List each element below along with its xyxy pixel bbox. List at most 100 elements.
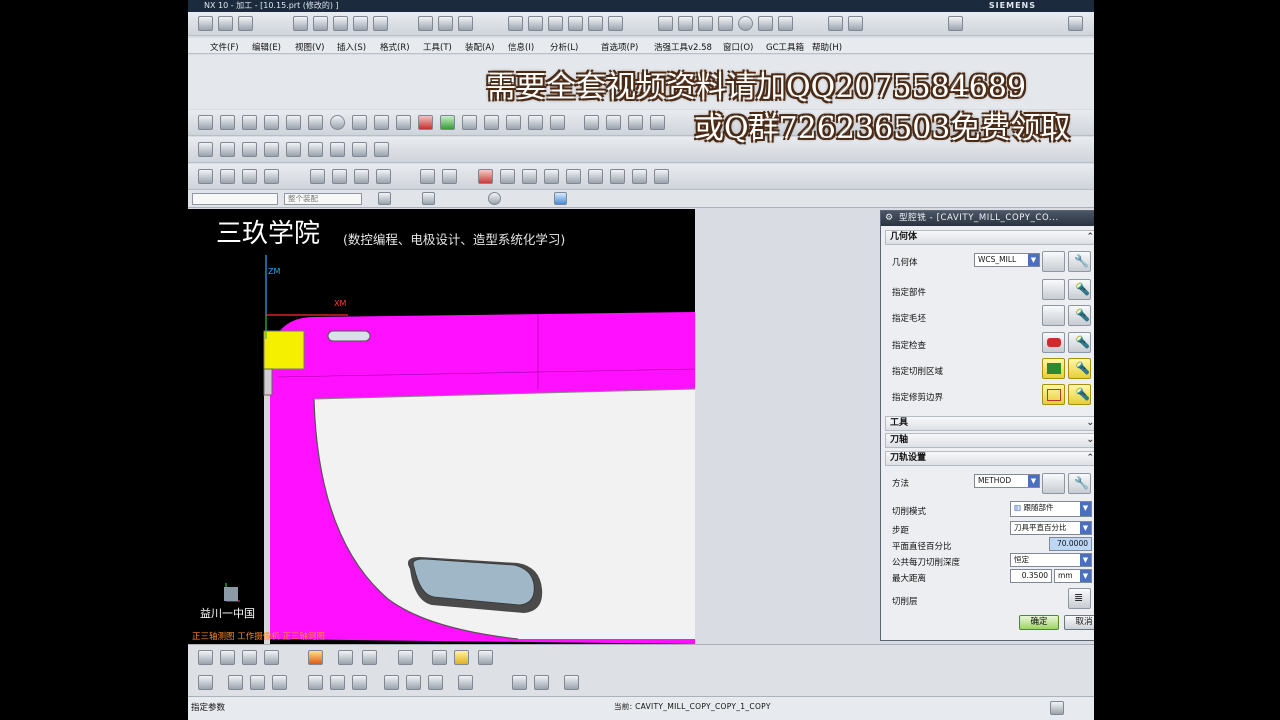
dialog-gear-icon[interactable]: ⚙ (885, 211, 894, 226)
layers-icon[interactable] (354, 169, 369, 184)
specify-trim-button[interactable] (1042, 384, 1065, 405)
verify-path-icon[interactable] (458, 16, 473, 31)
block-tool-icon[interactable] (228, 675, 243, 690)
shop-doc-icon[interactable] (608, 16, 623, 31)
layer-icon[interactable] (506, 115, 521, 130)
scope-filter-combo[interactable]: 整个装配 (284, 193, 362, 205)
link-chain-icon[interactable] (512, 675, 527, 690)
cube-select-icon[interactable] (554, 192, 567, 205)
link-icon[interactable] (338, 650, 353, 665)
snap-icon[interactable] (778, 16, 793, 31)
menu-edit[interactable]: 编辑(E) (252, 41, 281, 53)
new-geometry-button[interactable] (1042, 251, 1065, 272)
chevron-up-icon[interactable]: ⌃ (1086, 452, 1094, 465)
table-icon[interactable] (584, 115, 599, 130)
chevron-down-icon[interactable]: ▼ (1028, 475, 1039, 487)
section-tool[interactable]: 工具 ⌄ (885, 416, 1094, 431)
circle-select-icon[interactable] (488, 192, 501, 205)
pointer-icon[interactable] (848, 16, 863, 31)
menu-view[interactable]: 视图(V) (295, 41, 324, 53)
ruler-icon[interactable] (698, 16, 713, 31)
menu-gc-toolbox[interactable]: GC工具箱 (766, 41, 804, 53)
grid-tool-icon[interactable] (272, 675, 287, 690)
level-2-icon[interactable] (522, 169, 537, 184)
select-icon[interactable] (432, 650, 447, 665)
stepover-select[interactable]: 刀具平直百分比 ▼ (1010, 521, 1092, 535)
type-filter-combo[interactable] (192, 193, 278, 205)
surface-icon[interactable] (286, 115, 301, 130)
color-green-icon[interactable] (440, 115, 455, 130)
level-7-icon[interactable] (632, 169, 647, 184)
method-select[interactable]: METHOD ▼ (974, 474, 1040, 488)
chevron-down-icon[interactable]: ▼ (1080, 554, 1091, 566)
curve-icon[interactable] (758, 16, 773, 31)
create-program-icon[interactable] (293, 16, 308, 31)
chevron-down-icon[interactable]: ⌄ (1086, 434, 1094, 447)
part-icon[interactable] (198, 115, 213, 130)
specify-check-button[interactable] (1042, 332, 1065, 353)
chevron-up-icon[interactable]: ⌃ (1086, 231, 1094, 244)
menu-help[interactable]: 帮助(H) (812, 41, 842, 53)
target-icon[interactable] (738, 16, 753, 31)
gear-icon[interactable] (376, 169, 391, 184)
chevron-down-icon[interactable]: ⌄ (1086, 417, 1094, 430)
ruler-icon-2[interactable] (462, 115, 477, 130)
upload-red-icon[interactable] (478, 169, 493, 184)
tool-icon[interactable] (442, 169, 457, 184)
show-trim-button[interactable]: 🔦 (1068, 384, 1091, 405)
distribute-icon[interactable] (220, 650, 235, 665)
stack-icon[interactable] (242, 142, 257, 157)
level-3-icon[interactable] (544, 169, 559, 184)
max-distance-input[interactable]: 0.3500 (1010, 569, 1052, 583)
list-icon[interactable] (606, 115, 621, 130)
machine-tool-view-icon[interactable] (528, 16, 543, 31)
cube-icon[interactable] (478, 650, 493, 665)
create-geometry-icon[interactable] (333, 16, 348, 31)
level-6-icon[interactable] (610, 169, 625, 184)
measure-icon[interactable] (374, 115, 389, 130)
ok-button[interactable]: 确定 (1019, 615, 1059, 630)
level-icon[interactable] (500, 169, 515, 184)
paste-icon[interactable] (330, 142, 345, 157)
snap-point-icon[interactable] (378, 192, 391, 205)
chevron-down-icon[interactable]: ▼ (1080, 570, 1091, 582)
chevron-down-icon[interactable]: ▼ (1080, 522, 1091, 534)
fit-icon[interactable] (384, 675, 399, 690)
common-depth-select[interactable]: 恒定 ▼ (1010, 553, 1092, 567)
color-red-icon[interactable] (418, 115, 433, 130)
render-icon[interactable] (428, 675, 443, 690)
edit-icon[interactable] (220, 169, 235, 184)
specify-part-button[interactable] (1042, 279, 1065, 300)
cut-pattern-select[interactable]: ▥ 跟随部件 ▼ (1010, 501, 1092, 517)
program-order-view-icon[interactable] (508, 16, 523, 31)
hierarchy-icon[interactable] (550, 115, 565, 130)
doc-icon[interactable] (310, 169, 325, 184)
section-axis[interactable]: 刀轴 ⌄ (885, 433, 1094, 448)
check-icon[interactable] (198, 169, 213, 184)
point-icon[interactable] (308, 115, 323, 130)
dialog-title-bar[interactable]: ⚙ 型腔铣 - [CAVITY_MILL_COPY_CO... ✕ (881, 211, 1094, 226)
network-icon[interactable] (528, 115, 543, 130)
export-icon[interactable] (828, 16, 843, 31)
clipboard-icon[interactable] (308, 142, 323, 157)
show-blank-button[interactable]: 🔦 (1068, 305, 1091, 326)
specify-blank-button[interactable] (1042, 305, 1065, 326)
menu-assembly[interactable]: 装配(A) (465, 41, 494, 53)
show-cut-area-button[interactable]: 🔦 (1068, 358, 1091, 379)
section-path-settings[interactable]: 刀轨设置 ⌃ (885, 451, 1094, 466)
orbit-icon[interactable] (308, 675, 323, 690)
create-operation-icon[interactable] (373, 16, 388, 31)
plus-icon[interactable] (362, 650, 377, 665)
grid-icon-2[interactable] (484, 115, 499, 130)
chevron-down-icon[interactable]: ▼ (1028, 254, 1039, 266)
sweep-icon[interactable] (264, 115, 279, 130)
number-icon[interactable] (374, 142, 389, 157)
method-view-icon[interactable] (568, 16, 583, 31)
extrude-icon[interactable] (242, 115, 257, 130)
frame-tool-icon[interactable] (250, 675, 265, 690)
unit-mm-icon[interactable] (198, 142, 213, 157)
menu-insert[interactable]: 插入(S) (337, 41, 366, 53)
mesh-icon[interactable] (396, 115, 411, 130)
circle-icon[interactable] (330, 115, 345, 130)
wrench-tool-icon[interactable] (198, 675, 213, 690)
